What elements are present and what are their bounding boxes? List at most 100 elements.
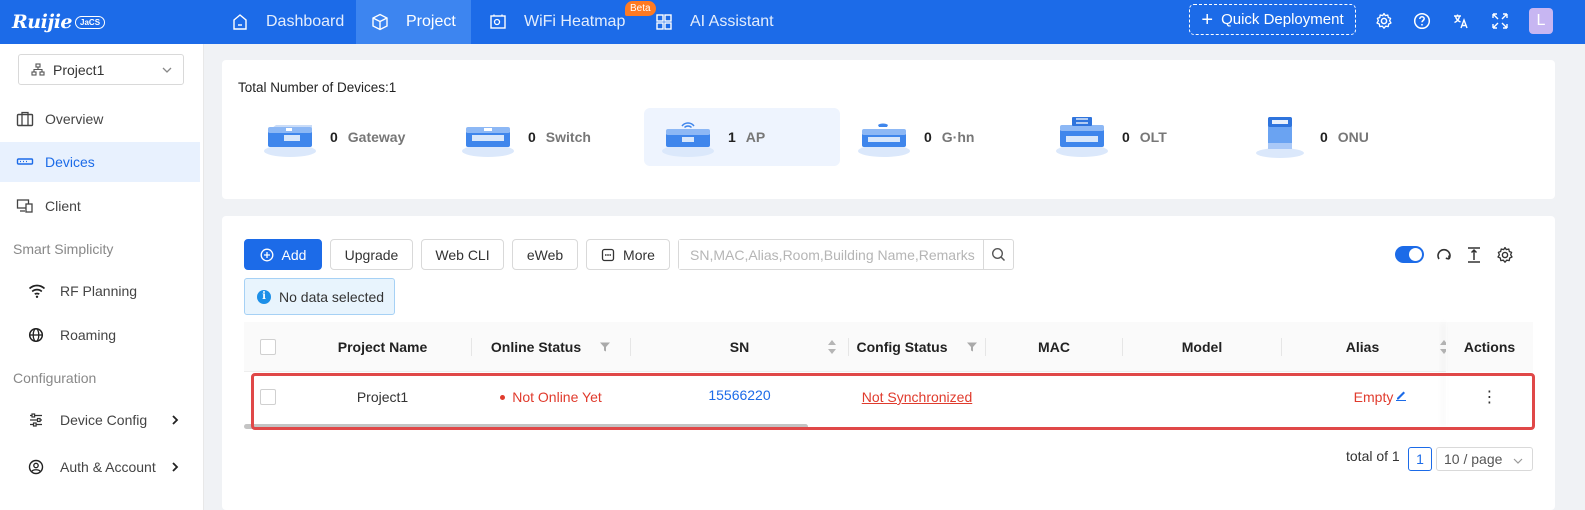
nav-ai-assistant[interactable]: AI Assistant <box>640 0 788 44</box>
client-icon <box>16 198 36 214</box>
nav-wifi-heatmap-label: WiFi Heatmap <box>524 13 626 30</box>
plus-icon: + <box>1201 8 1214 31</box>
ap-device-icon <box>660 115 716 159</box>
nav-dashboard[interactable]: Dashboard <box>216 0 358 44</box>
logo-badge: JaCS <box>75 15 106 29</box>
cube-icon <box>370 12 390 32</box>
row-highlight-frame <box>251 373 1535 430</box>
project-select[interactable]: Project1 <box>18 54 184 85</box>
more-box-icon <box>601 248 615 262</box>
briefcase-icon <box>16 111 36 127</box>
add-button-label: Add <box>281 246 307 263</box>
device-tile-ghn[interactable]: 0 G·hn <box>840 108 1036 166</box>
nav-dashboard-label: Dashboard <box>266 13 345 30</box>
device-name-ghn: G·hn <box>941 129 975 145</box>
selection-info-text: No data selected <box>279 288 385 305</box>
ghn-device-icon <box>856 115 912 159</box>
device-tile-olt[interactable]: 0 OLT <box>1038 108 1234 166</box>
sidebar-item-overview[interactable]: Overview <box>0 99 200 139</box>
column-header-mac: MAC <box>986 322 1122 372</box>
upgrade-button[interactable]: Upgrade <box>330 239 413 270</box>
olt-device-icon <box>1054 115 1110 159</box>
dashboard-icon <box>230 12 250 32</box>
page-size-select[interactable]: 10 / page <box>1436 447 1533 471</box>
chevron-down-icon <box>161 63 173 79</box>
sidebar-item-overview-label: Overview <box>45 111 104 127</box>
devices-icon <box>16 155 36 169</box>
user-circle-icon <box>28 459 48 475</box>
sidebar-item-rf-planning-label: RF Planning <box>60 283 138 299</box>
device-name-switch: Switch <box>545 129 591 145</box>
nav-ai-assistant-label: AI Assistant <box>690 13 774 30</box>
selection-info-banner: i No data selected <box>244 278 395 315</box>
switch-device-icon <box>460 115 516 159</box>
nav-project[interactable]: Project <box>356 0 471 44</box>
onu-device-icon <box>1252 115 1308 159</box>
filter-icon[interactable] <box>966 341 978 353</box>
page-button-1[interactable]: 1 <box>1408 447 1432 471</box>
more-button[interactable]: More <box>586 239 670 270</box>
device-summary-card: Total Number of Devices:1 0 Gateway 0 Sw… <box>222 60 1555 199</box>
device-tile-gateway[interactable]: 0 Gateway <box>246 108 442 166</box>
ruijie-logo[interactable]: Ruijie JaCS <box>12 8 106 36</box>
sliders-icon <box>28 412 48 428</box>
quick-deployment-button[interactable]: + Quick Deployment <box>1189 4 1356 35</box>
column-header-actions: Actions <box>1446 322 1533 372</box>
column-online-status-label: Online Status <box>490 339 582 355</box>
column-header-sn: SN <box>631 322 848 372</box>
sidebar-item-roaming[interactable]: Roaming <box>0 315 200 355</box>
project-select-value: Project1 <box>53 61 105 78</box>
device-tile-onu[interactable]: 0 ONU <box>1236 108 1432 166</box>
sidebar-item-auth-account[interactable]: Auth & Account <box>0 447 200 487</box>
column-header-online-status: Online Status <box>472 322 630 372</box>
sidebar-item-client-label: Client <box>45 198 81 214</box>
info-icon: i <box>257 289 271 304</box>
settings-icon[interactable] <box>1373 10 1395 32</box>
device-tile-ap[interactable]: 1 AP <box>644 108 840 166</box>
device-list-card: Add Upgrade Web CLI eWeb More i No data … <box>222 216 1555 510</box>
device-search <box>678 239 1014 270</box>
help-icon[interactable] <box>1411 10 1433 32</box>
sidebar-item-rf-planning[interactable]: RF Planning <box>0 271 200 311</box>
logo-text: Ruijie <box>12 11 73 33</box>
auto-refresh-toggle[interactable] <box>1395 246 1424 263</box>
sidebar-group-smart-simplicity: Smart Simplicity <box>13 241 114 257</box>
nav-wifi-heatmap[interactable]: WiFi Heatmap <box>474 0 639 44</box>
quick-deployment-label: Quick Deployment <box>1221 11 1344 28</box>
select-all-checkbox[interactable] <box>260 339 276 355</box>
column-model-label: Model <box>1181 339 1223 355</box>
add-button[interactable]: Add <box>244 239 322 270</box>
plus-circle-icon <box>260 248 274 262</box>
device-count-ghn: 0 <box>924 129 932 145</box>
chevron-right-icon <box>170 413 180 429</box>
column-header-project-name: Project Name <box>294 322 471 372</box>
column-project-name-label: Project Name <box>337 339 428 355</box>
sidebar-item-client[interactable]: Client <box>0 186 200 226</box>
sort-icon[interactable] <box>827 339 837 358</box>
column-header-model: Model <box>1123 322 1281 372</box>
web-cli-button[interactable]: Web CLI <box>421 239 504 270</box>
search-icon[interactable] <box>983 240 1013 269</box>
translate-icon[interactable] <box>1450 10 1472 32</box>
grid-icon <box>654 12 674 32</box>
device-count-gateway: 0 <box>330 129 338 145</box>
device-name-gateway: Gateway <box>347 129 406 145</box>
column-height-icon[interactable] <box>1463 244 1485 266</box>
sidebar-item-device-config[interactable]: Device Config <box>0 400 200 440</box>
chevron-right-icon <box>170 460 180 476</box>
avatar[interactable]: L <box>1529 8 1553 34</box>
pagination-total: total of 1 <box>1346 448 1400 464</box>
search-input[interactable] <box>679 240 983 269</box>
refresh-icon[interactable] <box>1433 244 1455 266</box>
device-count-switch: 0 <box>528 129 536 145</box>
sidebar-item-devices[interactable]: Devices <box>0 142 200 182</box>
fullscreen-icon[interactable] <box>1489 10 1511 32</box>
device-tile-switch[interactable]: 0 Switch <box>444 108 640 166</box>
sidebar-item-devices-label: Devices <box>45 154 95 170</box>
eweb-button[interactable]: eWeb <box>512 239 578 270</box>
chevron-down-icon <box>1512 454 1524 470</box>
nav-project-label: Project <box>406 13 456 30</box>
column-settings-icon[interactable] <box>1494 244 1516 266</box>
filter-icon[interactable] <box>599 341 611 353</box>
more-button-label: More <box>623 246 655 263</box>
